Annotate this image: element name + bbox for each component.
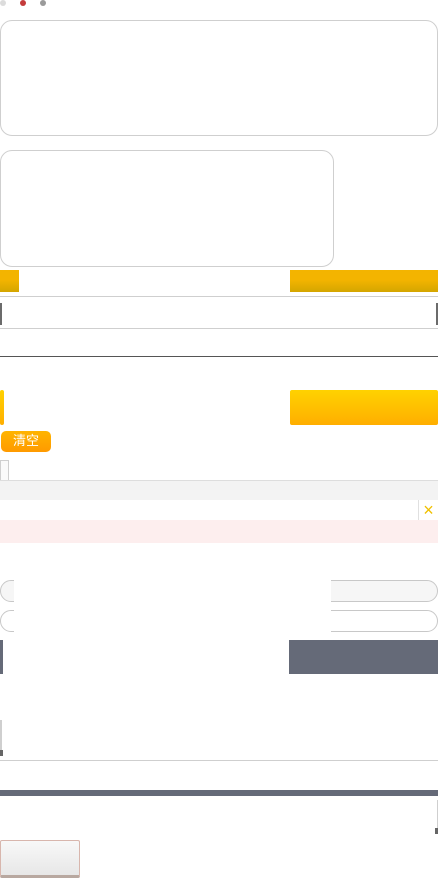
input-edge-left-2 bbox=[0, 720, 2, 754]
input-edge-mark-2 bbox=[0, 750, 3, 756]
divider bbox=[0, 356, 438, 357]
clear-button[interactable]: 清空 bbox=[1, 431, 51, 452]
gold-button-left[interactable] bbox=[0, 390, 4, 425]
input-edge-left bbox=[0, 303, 2, 325]
pill-overlay bbox=[14, 577, 331, 635]
grey-strip bbox=[0, 480, 438, 500]
orange-bar-right bbox=[290, 270, 438, 292]
status-dot-1 bbox=[0, 0, 6, 6]
content-card-large bbox=[0, 20, 438, 136]
text-input-3[interactable] bbox=[0, 800, 438, 835]
alert-band bbox=[0, 520, 438, 543]
dark-divider bbox=[0, 790, 438, 796]
grey-button[interactable] bbox=[0, 840, 80, 878]
dark-bar-left bbox=[0, 640, 3, 674]
notice-row bbox=[0, 500, 438, 520]
text-input-2[interactable] bbox=[0, 720, 438, 761]
status-dot-2 bbox=[20, 0, 26, 6]
close-icon[interactable]: × bbox=[418, 500, 438, 520]
dark-bar-right[interactable] bbox=[289, 640, 438, 674]
orange-bar-left bbox=[0, 270, 19, 292]
content-card-medium bbox=[0, 150, 334, 267]
text-input-1[interactable] bbox=[0, 296, 438, 329]
status-dot-3 bbox=[40, 0, 46, 6]
gold-button-right[interactable] bbox=[290, 390, 438, 425]
tab-handle[interactable] bbox=[0, 460, 9, 481]
